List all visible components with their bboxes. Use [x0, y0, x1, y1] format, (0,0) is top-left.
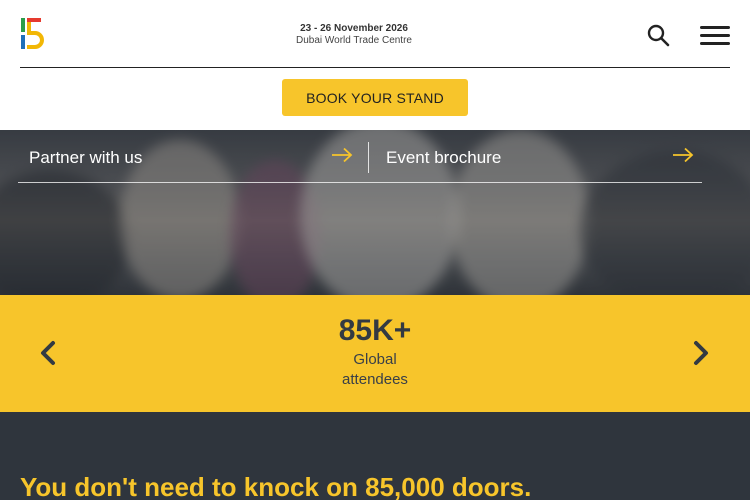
hero-links-underline — [18, 182, 702, 183]
menu-bar — [700, 34, 730, 37]
logo[interactable] — [20, 17, 46, 53]
menu-bar — [700, 42, 730, 45]
stat-value: 85K+ — [338, 314, 412, 347]
event-venue: Dubai World Trade Centre — [296, 35, 412, 46]
menu-button[interactable] — [698, 22, 732, 48]
menu-bar — [700, 26, 730, 29]
hero-banner: Partner with us Event brochure — [0, 130, 750, 295]
brochure-link[interactable]: Event brochure — [376, 142, 702, 184]
arrow-right-icon — [332, 147, 353, 163]
search-icon[interactable] — [645, 22, 671, 48]
partner-link[interactable]: Partner with us — [18, 142, 353, 184]
intro-section: You don't need to knock on 85,000 doors. — [0, 412, 750, 500]
stat-label: Global attendees — [342, 351, 408, 388]
event-info: 23 - 26 November 2026 Dubai World Trade … — [254, 23, 454, 47]
partner-link-label: Partner with us — [29, 148, 143, 167]
site-header: 23 - 26 November 2026 Dubai World Trade … — [0, 0, 750, 130]
header-divider — [20, 67, 730, 68]
section-headline: You don't need to knock on 85,000 doors. — [20, 472, 532, 500]
book-stand-button[interactable]: BOOK YOUR STAND — [282, 79, 468, 116]
event-date: 23 - 26 November 2026 — [300, 23, 408, 34]
stats-carousel: 85K+ Global attendees — [0, 295, 750, 412]
chevron-right-icon[interactable] — [691, 339, 711, 367]
brochure-link-label: Event brochure — [386, 148, 502, 167]
arrow-right-icon — [673, 147, 694, 163]
link-separator — [368, 142, 369, 173]
